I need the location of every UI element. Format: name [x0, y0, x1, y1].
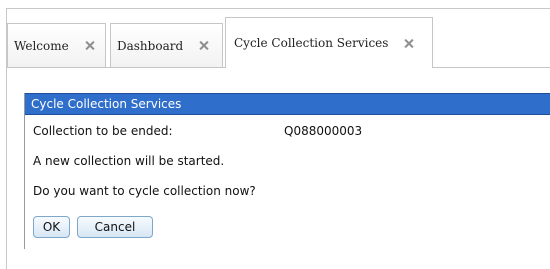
new-collection-message: A new collection will be started.: [33, 154, 225, 168]
collection-label: Collection to be ended:: [33, 124, 173, 138]
close-icon[interactable]: [85, 41, 94, 50]
tab-dashboard[interactable]: Dashboard: [110, 23, 223, 67]
tab-label: Dashboard: [117, 38, 184, 53]
tab-bar: Welcome Dashboard Cycle Collection Servi…: [7, 17, 550, 68]
tab-welcome[interactable]: Welcome: [7, 23, 106, 67]
confirm-question: Do you want to cycle collection now?: [33, 184, 256, 198]
collection-row: Collection to be ended: Q088000003: [33, 124, 362, 138]
close-icon[interactable]: [199, 41, 208, 50]
tab-label: Welcome: [14, 38, 69, 53]
dialog-title: Cycle Collection Services: [25, 93, 550, 115]
close-icon[interactable]: [404, 39, 413, 48]
collection-value: Q088000003: [284, 124, 363, 138]
tab-label: Cycle Collection Services: [234, 36, 389, 50]
cancel-button[interactable]: Cancel: [77, 216, 153, 238]
ok-button[interactable]: OK: [33, 216, 70, 238]
tab-cycle-collection-services[interactable]: Cycle Collection Services: [225, 17, 433, 68]
